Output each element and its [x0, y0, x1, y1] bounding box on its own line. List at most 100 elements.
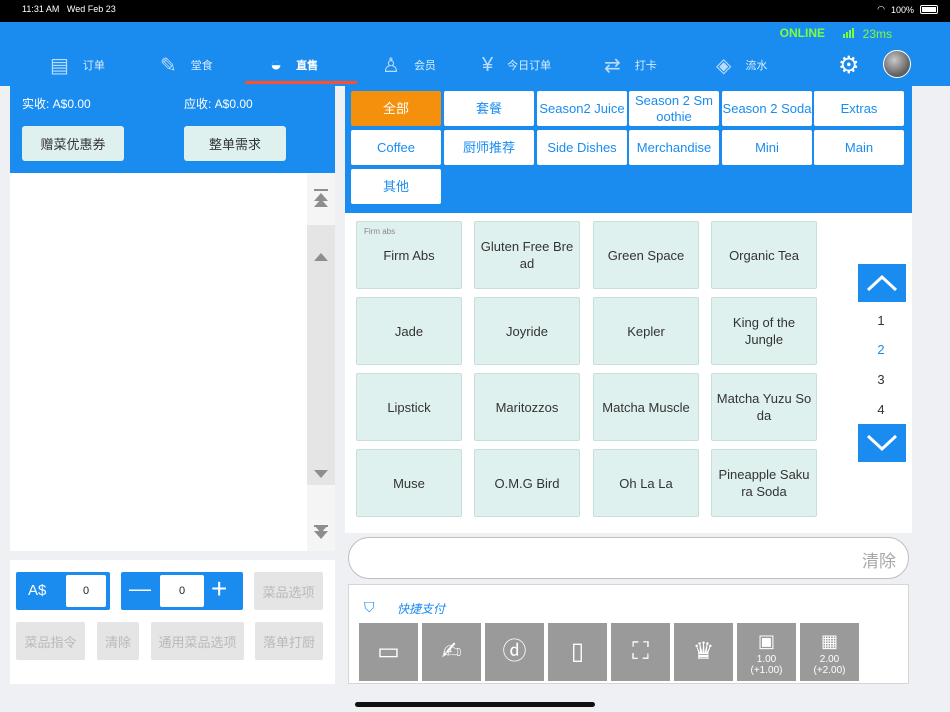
category-set-meal[interactable]: 套餐	[444, 91, 534, 126]
pay-alipay-button[interactable]: ⓓ	[485, 623, 544, 681]
nav-dine-in[interactable]: ✎ 堂食	[160, 44, 213, 86]
page-1[interactable]: 1	[866, 313, 896, 328]
item-muse[interactable]: Muse	[356, 449, 462, 517]
quick-pay-title: 快捷支付	[397, 602, 446, 616]
item-firm-abs[interactable]: Firm abs Firm Abs	[356, 221, 462, 289]
item-matcha-yuzu-soda[interactable]: Matcha Yuzu So da	[711, 373, 817, 441]
avatar[interactable]	[883, 50, 911, 78]
transfer-icon: ⇄	[604, 54, 621, 77]
actual-received: 实收: A$0.00	[22, 97, 91, 111]
signal-icon	[843, 28, 854, 38]
item-oh-la-la[interactable]: Oh La La	[593, 449, 699, 517]
scroll-down-icon[interactable]	[314, 470, 328, 478]
common-options-button[interactable]: 通用菜品选项	[151, 622, 244, 660]
connection-bar: ONLINE 23ms	[0, 22, 950, 44]
pay-cash-1-button[interactable]: ▣ 1.00 (+1.00)	[737, 623, 796, 681]
cart-list[interactable]	[10, 173, 307, 551]
dish-options-button[interactable]: 菜品选项	[254, 572, 323, 610]
wifi-icon: ◠	[877, 4, 885, 14]
crown-icon: ♛	[692, 638, 715, 665]
item-matcha-muscle[interactable]: Matcha Muscle	[593, 373, 699, 441]
order-summary-panel: 实收: A$0.00 应收: A$0.00 赠菜优惠券 整单需求	[10, 86, 335, 173]
item-king-of-the-jungle[interactable]: King of the Jungle	[711, 297, 817, 365]
page-down-button[interactable]	[858, 424, 906, 462]
pay-cash-button[interactable]: ▭	[359, 623, 418, 681]
dish-command-button[interactable]: 菜品指令	[16, 622, 85, 660]
system-status-bar: 11:31 AM Wed Feb 23 ◠ 100%	[0, 0, 950, 22]
coupon-button[interactable]: 赠菜优惠券	[22, 126, 124, 161]
item-organic-tea[interactable]: Organic Tea	[711, 221, 817, 289]
search-clear-button[interactable]: 清除	[862, 547, 896, 572]
page-3[interactable]: 3	[866, 372, 896, 387]
chevron-up-icon	[866, 274, 898, 292]
pay-cash-2-button[interactable]: ▦ 2.00 (+2.00)	[800, 623, 859, 681]
pay-card-button[interactable]: ✍	[422, 623, 481, 681]
category-coffee[interactable]: Coffee	[351, 130, 441, 165]
amount-input[interactable]: 0	[66, 575, 106, 607]
item-joyride[interactable]: Joyride	[474, 297, 580, 365]
battery-percent: 100%	[890, 4, 914, 15]
item-green-space[interactable]: Green Space	[593, 221, 699, 289]
category-chef-recommend[interactable]: 厨师推荐	[444, 130, 534, 165]
item-maritozzos[interactable]: Maritozzos	[474, 373, 580, 441]
nav-orders[interactable]: ▤ 订单	[50, 44, 105, 86]
card-swipe-icon: ✍	[441, 638, 462, 665]
scroll-track[interactable]	[307, 225, 335, 485]
nav-clock-in[interactable]: ⇄ 打卡	[604, 44, 657, 86]
item-grid: Firm abs Firm Abs Gluten Free Bre ad Gree…	[345, 213, 912, 533]
minus-icon[interactable]: —	[129, 576, 151, 602]
item-jade[interactable]: Jade	[356, 297, 462, 365]
member-icon: ♙	[382, 54, 400, 77]
online-status: ONLINE	[779, 26, 825, 40]
item-lipstick[interactable]: Lipstick	[356, 373, 462, 441]
category-main[interactable]: Main	[814, 130, 904, 165]
whole-order-button[interactable]: 整单需求	[184, 126, 286, 161]
scroll-up-icon[interactable]	[314, 253, 328, 261]
nav-direct-sale[interactable]: ◒ 直售	[270, 44, 318, 86]
category-panel: 全部 套餐 Season2 Juice Season 2 Sm oothie S…	[345, 86, 912, 213]
page-2[interactable]: 2	[866, 342, 896, 357]
page-4[interactable]: 4	[866, 402, 896, 417]
nav-transactions[interactable]: ◈ 流水	[716, 44, 767, 86]
battery-icon	[920, 5, 938, 14]
alipay-icon: ⓓ	[502, 638, 527, 665]
category-merchandise[interactable]: Merchandise	[629, 130, 719, 165]
item-gluten-free-bread[interactable]: Gluten Free Bre ad	[474, 221, 580, 289]
status-right: ◠ 100%	[877, 4, 938, 15]
cash-icon: ▭	[377, 638, 400, 665]
page-up-button[interactable]	[858, 264, 906, 302]
nav-members[interactable]: ♙ 会员	[382, 44, 436, 86]
category-season2-smoothie[interactable]: Season 2 Sm oothie	[629, 91, 719, 126]
nav-today-orders[interactable]: ¥ 今日订单	[482, 44, 551, 86]
pay-mobile-button[interactable]: ▯	[548, 623, 607, 681]
send-print-button[interactable]: 落单打厨	[255, 622, 323, 660]
home-indicator	[355, 702, 595, 707]
category-extras[interactable]: Extras	[814, 91, 904, 126]
item-pineapple-sakura-soda[interactable]: Pineapple Saku ra Soda	[711, 449, 817, 517]
category-side-dishes[interactable]: Side Dishes	[537, 130, 627, 165]
clear-button[interactable]: 清除	[97, 622, 139, 660]
category-mini[interactable]: Mini	[722, 130, 812, 165]
item-kepler[interactable]: Kepler	[593, 297, 699, 365]
gear-icon[interactable]: ⚙	[838, 51, 860, 80]
pay-scan-button[interactable]: ⛶	[611, 623, 670, 681]
latency-value: 23ms	[862, 27, 892, 41]
bowl-icon: ◒	[270, 53, 283, 76]
category-season2-soda[interactable]: Season 2 Soda	[722, 91, 812, 126]
category-all[interactable]: 全部	[351, 91, 441, 126]
quantity-input[interactable]: 0	[160, 575, 204, 607]
mobile-icon: ▯	[570, 638, 585, 665]
item-omg-bird[interactable]: O.M.G Bird	[474, 449, 580, 517]
status-time: 11:31 AM Wed Feb 23	[22, 4, 116, 14]
amount-box: A$ 0	[16, 572, 110, 610]
category-season2-juice[interactable]: Season2 Juice	[537, 91, 627, 126]
amount-due: 应收: A$0.00	[184, 97, 253, 111]
category-other[interactable]: 其他	[351, 169, 441, 204]
dish-controls: A$ 0 — 0 + 菜品选项 菜品指令 清除 通用菜品选项 落单打厨	[10, 560, 335, 684]
yen-icon: ¥	[482, 53, 494, 76]
terminal-icon: ▦	[820, 631, 838, 651]
search-input[interactable]: 清除	[348, 537, 909, 579]
plus-icon[interactable]: +	[211, 573, 227, 605]
cart-scrollbar[interactable]	[307, 173, 335, 551]
pay-member-button[interactable]: ♛	[674, 623, 733, 681]
